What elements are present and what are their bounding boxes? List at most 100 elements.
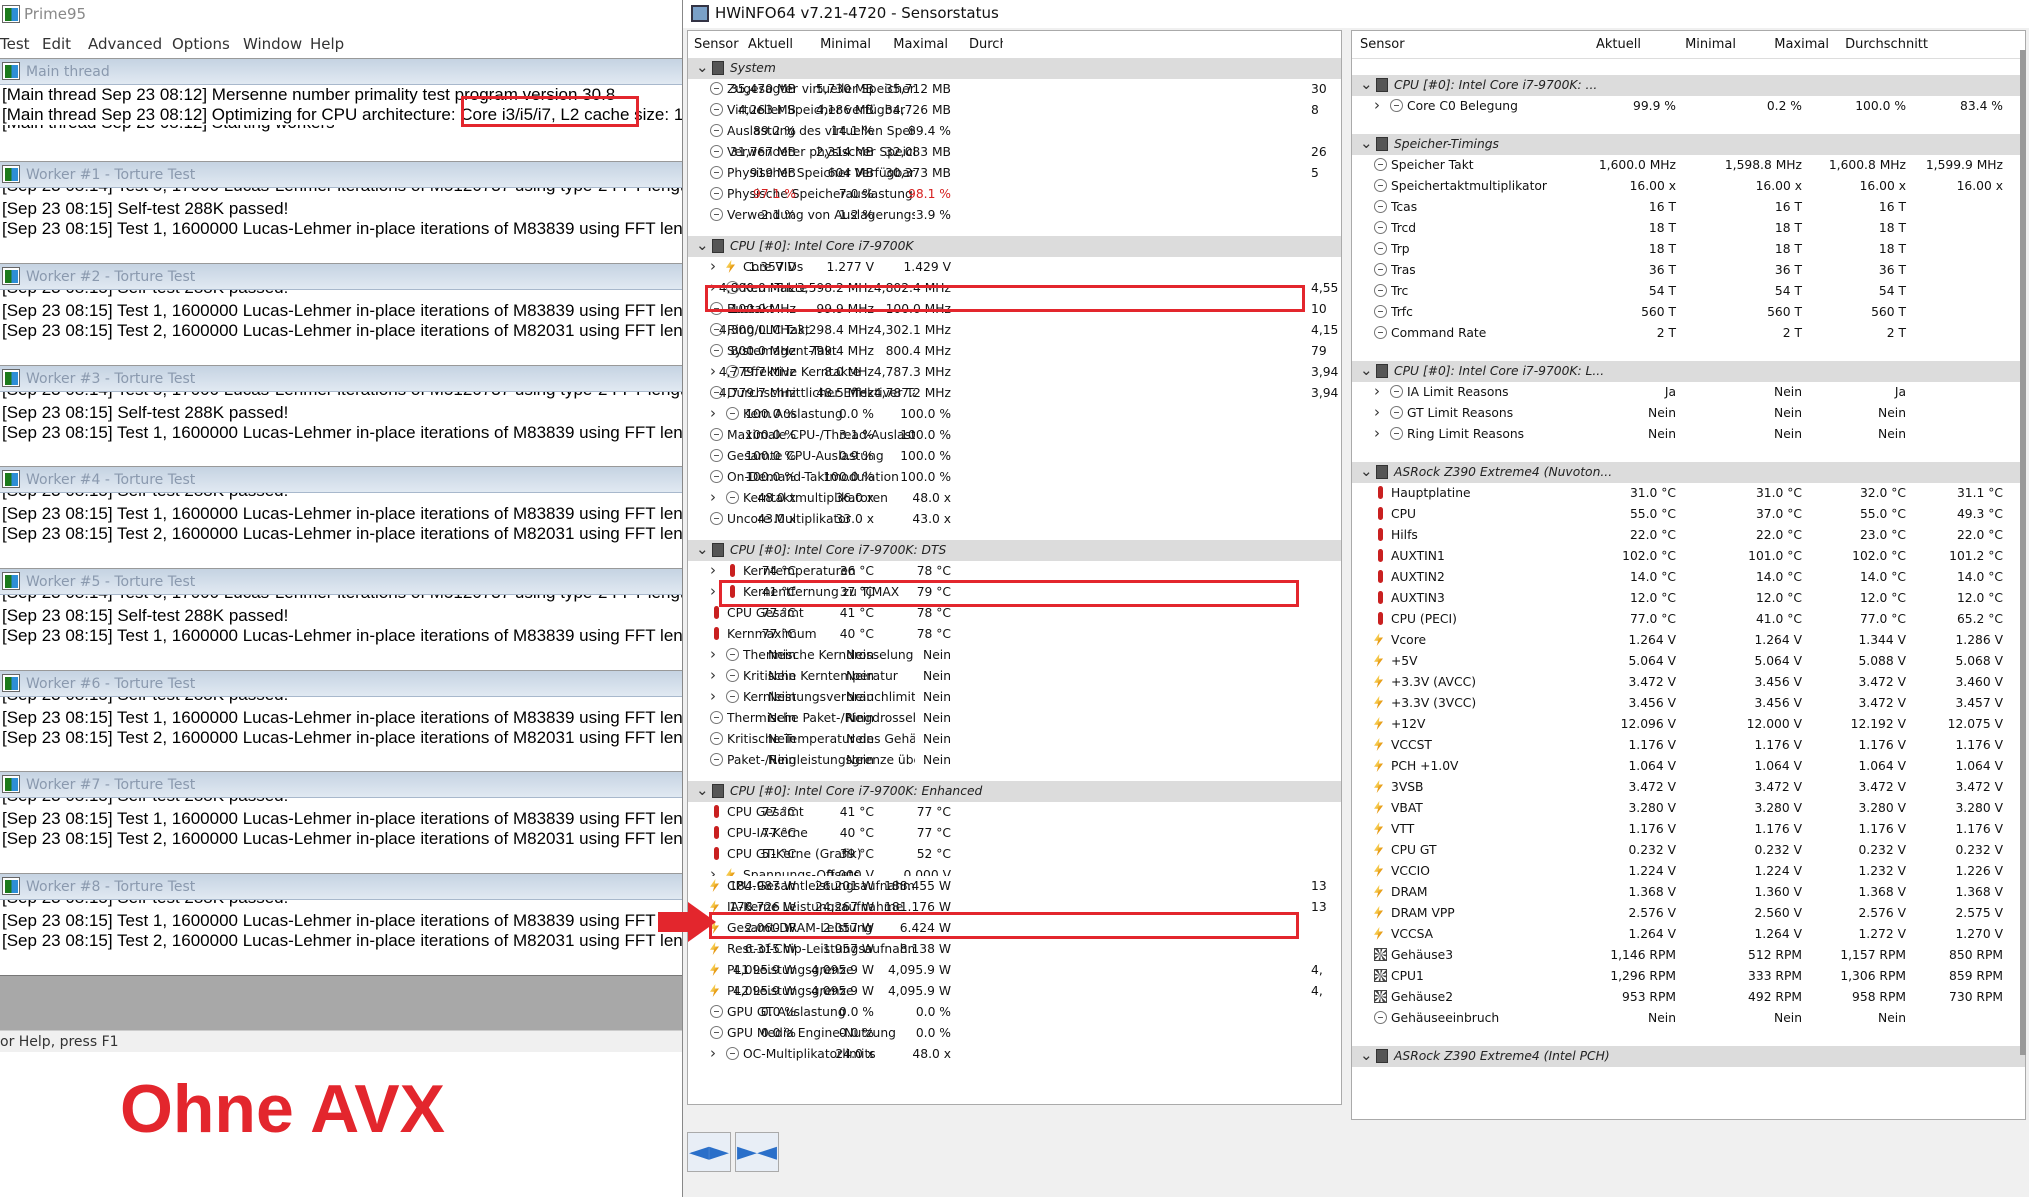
collapse-chevron-icon[interactable]: ⌄ (1360, 75, 1373, 93)
column-durchschnitt[interactable]: Durchschnitt (1845, 37, 1928, 52)
sensor-row[interactable]: Verwendeter physischer Speicher 31,767 MB… (688, 142, 1341, 163)
sensor-row[interactable]: +12V 12.096 V 12.000 V 12.192 V 12.075 V (1352, 714, 2025, 735)
menu-item-window[interactable]: Window (243, 35, 302, 53)
sensor-row[interactable]: Trc 54 T 54 T 54 T (1352, 281, 2025, 302)
column-durchschnitt[interactable]: Durchschnitt (969, 37, 1003, 52)
sensor-row[interactable]: VCCIO 1.224 V 1.224 V 1.232 V 1.226 V (1352, 861, 2025, 882)
sensor-row[interactable]: Tcas 16 T 16 T 16 T (1352, 197, 2025, 218)
sensor-row[interactable]: › Kerntaktmultiplikatoren 48.0 x 36.0 x 48.0… (688, 488, 1341, 509)
sensor-group[interactable]: ⌄ ASRock Z390 Extreme4 (Intel PCH) (1352, 1046, 2025, 1067)
sensor-row[interactable]: Command Rate 2 T 2 T 2 T (1352, 323, 2025, 344)
collapse-chevron-icon[interactable]: ⌄ (696, 236, 709, 254)
sensor-row[interactable]: +3.3V (AVCC) 3.472 V 3.456 V 3.472 V 3.460 V (1352, 672, 2025, 693)
sensor-row[interactable]: Durchschnittlicher Effektiver Takt 4,779.… (688, 383, 1341, 404)
collapse-chevron-icon[interactable]: ⌄ (696, 58, 709, 76)
sensor-row[interactable]: VCCST 1.176 V 1.176 V 1.176 V 1.176 V (1352, 735, 2025, 756)
vertical-scrollbar[interactable] (2020, 50, 2026, 1055)
sensor-row[interactable]: Rest-of-Chip-Leistungsaufnahme 6.315 W 1.9… (688, 939, 1341, 960)
column-aktuell[interactable]: Aktuell (748, 37, 793, 52)
sensor-row[interactable]: On-Demand-Taktmodulation 100.0 % 100.0 % 10… (688, 467, 1341, 488)
sensor-row[interactable]: AUXTIN2 14.0 °C 14.0 °C 14.0 °C 14.0 °C (1352, 567, 2025, 588)
sensor-row[interactable]: CPU-Gesamtleistungsaufnahme 184.987 W 26.2… (688, 876, 1341, 897)
column-maximal[interactable]: Maximal (1774, 37, 1829, 52)
sensor-row[interactable]: › Ring Limit Reasons Nein Nein Nein (1352, 424, 2025, 445)
sensor-row[interactable]: PCH +1.0V 1.064 V 1.064 V 1.064 V 1.064 V (1352, 756, 2025, 777)
sensor-row[interactable]: Kritische Temperatur des Gehäuses/RingsN… (688, 729, 1341, 750)
sensor-row[interactable]: › GT Limit Reasons Nein Nein Nein (1352, 403, 2025, 424)
sensor-row[interactable]: CPU GT-Kerne (Grafik) 51 °C 39 °C 52 °C (688, 844, 1341, 865)
sensor-pane-right[interactable]: Sensor Aktuell Minimal Maximal Durchschnitt ⌄… (1351, 30, 2026, 1120)
sensor-group[interactable]: ⌄ CPU [#0]: Intel Core i7-9700K: L... (1352, 361, 2025, 382)
column-minimal[interactable]: Minimal (1685, 37, 1736, 52)
worker-window-1[interactable]: Worker #1 - Torture Test [Sep 23 08:14] T… (0, 161, 682, 239)
worker-window-4[interactable]: Worker #4 - Torture Test [Sep 23 08:15] S… (0, 466, 682, 544)
sensor-row[interactable]: Verwendung von Auslagerungsdateien2.1 %1… (688, 205, 1341, 226)
sensor-row[interactable]: DRAM VPP 2.576 V 2.560 V 2.576 V 2.575 V (1352, 903, 2025, 924)
sensor-row[interactable]: Gehäuseeinbruch Nein Nein Nein (1352, 1008, 2025, 1029)
sensor-row[interactable]: 3VSB 3.472 V 3.472 V 3.472 V 3.472 V (1352, 777, 2025, 798)
worker-window-8[interactable]: Worker #8 - Torture Test [Sep 23 08:15] S… (0, 873, 682, 951)
menu-item-edit[interactable]: Edit (42, 35, 71, 53)
sensor-row[interactable]: CPU1 1,296 RPM 333 RPM 1,306 RPM 859 RPM (1352, 966, 2025, 987)
sensor-row[interactable]: Zugesagter virtueller Speicher 35,470 MB 5… (688, 79, 1341, 100)
collapse-chevron-icon[interactable]: ⌄ (696, 781, 709, 799)
sensor-group[interactable]: ⌄ CPU [#0]: Intel Core i7-9700K: DTS (688, 540, 1341, 561)
nav-next-button[interactable]: ►◄ (735, 1132, 779, 1172)
sensor-row[interactable]: Gehäuse3 1,146 RPM 512 RPM 1,157 RPM 850 RPM (1352, 945, 2025, 966)
menu-item-advanced[interactable]: Advanced (88, 35, 162, 53)
sensor-row[interactable]: › Thermische Kerndrosselung Nein Nein Nein (688, 645, 1341, 666)
sensor-row[interactable]: Uncore Multiplikator 43.0 x 33.0 x 43.0 x (688, 509, 1341, 530)
menu-item-help[interactable]: Help (310, 35, 344, 53)
sensor-row[interactable]: PL2 Leistungsgrenze 4,095.9 W 4,095.9 W 4,0… (688, 981, 1341, 1002)
sensor-row[interactable]: Auslastung des virtuellen Speichers89.2 … (688, 121, 1341, 142)
sensor-row[interactable]: Tras 36 T 36 T 36 T (1352, 260, 2025, 281)
column-minimal[interactable]: Minimal (820, 37, 871, 52)
expand-chevron-icon[interactable]: › (1374, 424, 1380, 442)
sensor-row[interactable]: Hilfs 22.0 °C 22.0 °C 23.0 °C 22.0 °C (1352, 525, 2025, 546)
sensor-row[interactable]: Trp 18 T 18 T 18 T (1352, 239, 2025, 260)
sensor-row[interactable]: GPU Media Engine-Nutzung 0.0 % 0.0 % 0.0 % (688, 1023, 1341, 1044)
sensor-row[interactable]: +5V 5.064 V 5.064 V 5.088 V 5.068 V (1352, 651, 2025, 672)
collapse-chevron-icon[interactable]: ⌄ (1360, 1046, 1373, 1064)
sensor-row[interactable]: CPU Gesamt 77 °C 41 °C 77 °C (688, 802, 1341, 823)
sensor-row[interactable]: Paket-/Ringleistungsgrenze überschritten… (688, 750, 1341, 771)
sensor-row[interactable]: VBAT 3.280 V 3.280 V 3.280 V 3.280 V (1352, 798, 2025, 819)
collapse-chevron-icon[interactable]: ⌄ (1360, 134, 1373, 152)
sensor-row[interactable]: DRAM 1.368 V 1.360 V 1.368 V 1.368 V (1352, 882, 2025, 903)
sensor-row[interactable]: › OC-Multiplikatorlimits 24.0 x 48.0 x (688, 1044, 1341, 1065)
sensor-row[interactable]: Systemagent-Takt 800.0 MHz 799.4 MHz 800.4 … (688, 341, 1341, 362)
sensor-row[interactable]: › Core VIDs 1.357 V 1.277 V 1.429 V (688, 257, 1341, 278)
sensor-row[interactable]: ›Kernleistungsverbrauchlimit überschritt… (688, 687, 1341, 708)
sensor-row[interactable]: CPU-IA-Kerne 77 °C 40 °C 77 °C (688, 823, 1341, 844)
expand-chevron-icon[interactable]: › (1374, 403, 1380, 421)
sensor-group[interactable]: ⌄ CPU [#0]: Intel Core i7-9700K (688, 236, 1341, 257)
sensor-row[interactable]: Maximale CPU-/Thread-Auslastung100.0 %3.… (688, 425, 1341, 446)
sensor-row[interactable]: Virtueller Speicher verfügbar 4,263 MB 4,1… (688, 100, 1341, 121)
column-aktuell[interactable]: Aktuell (1596, 37, 1641, 52)
expand-chevron-icon[interactable]: › (710, 865, 716, 876)
sensor-row[interactable]: Hauptplatine 31.0 °C 31.0 °C 32.0 °C 31.1 °C (1352, 483, 2025, 504)
sensor-row[interactable]: Gehäuse2 953 RPM 492 RPM 958 RPM 730 RPM (1352, 987, 2025, 1008)
worker-window-3[interactable]: Worker #3 - Torture Test [Sep 23 08:14] T… (0, 365, 682, 443)
expand-chevron-icon[interactable]: › (1374, 96, 1380, 114)
sensor-row[interactable]: Trfc 560 T 560 T 560 T (1352, 302, 2025, 323)
worker-window-5[interactable]: Worker #5 - Torture Test [Sep 23 08:14] T… (0, 568, 682, 646)
nav-prev-button[interactable]: ◄► (687, 1132, 731, 1172)
menu-item-test[interactable]: Test (0, 35, 30, 53)
sensor-group[interactable]: ⌄ CPU [#0]: Intel Core i7-9700K: Enhanced (688, 781, 1341, 802)
sensor-row[interactable]: Speicher Takt 1,600.0 MHz 1,598.8 MHz 1,600… (1352, 155, 2025, 176)
sensor-row[interactable]: › IA Limit Reasons Ja Nein Ja (1352, 382, 2025, 403)
worker-window-7[interactable]: Worker #7 - Torture Test [Sep 23 08:15] S… (0, 771, 682, 849)
sensor-row[interactable]: Speichertaktmultiplikator 16.00 x 16.00 x 1… (1352, 176, 2025, 197)
sensor-row[interactable]: PL1 Leistungsgrenze 4,095.9 W 4,095.9 W 4,0… (688, 960, 1341, 981)
sensor-row[interactable]: Physischer Speicher Verfügbar 919 MB 604 M… (688, 163, 1341, 184)
sensor-row[interactable]: Ring/LLC Takt 4,300.0 MHz 3,298.4 MHz 4,302… (688, 320, 1341, 341)
sensor-row[interactable]: CPU 55.0 °C 37.0 °C 55.0 °C 49.3 °C (1352, 504, 2025, 525)
sensor-group[interactable]: ⌄ Speicher-Timings (1352, 134, 2025, 155)
sensor-row[interactable]: VCCSA 1.264 V 1.264 V 1.272 V 1.270 V (1352, 924, 2025, 945)
sensor-row[interactable]: Kernmaximum 77 °C 40 °C 78 °C (688, 624, 1341, 645)
sensor-row[interactable]: AUXTIN3 12.0 °C 12.0 °C 12.0 °C 12.0 °C (1352, 588, 2025, 609)
sensor-row[interactable]: › Kern Auslastung 100.0 % 0.0 % 100.0 % (688, 404, 1341, 425)
sensor-row[interactable]: Gesamte CPU-Auslastung 100.0 % 0.9 % 100.0 … (688, 446, 1341, 467)
sensor-row[interactable]: Thermische Paket-/RingdrosselungNeinNein… (688, 708, 1341, 729)
